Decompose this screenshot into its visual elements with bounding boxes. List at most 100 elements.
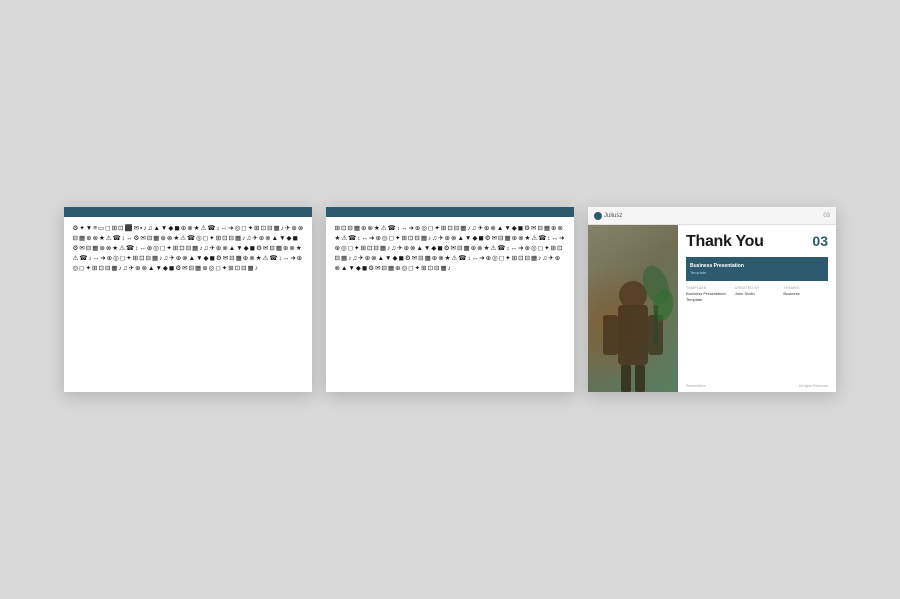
icon: ⚙: [524, 224, 530, 233]
icon: ✉: [223, 254, 228, 263]
info-col-1: Template Business PresentationTemplate: [686, 286, 731, 302]
icon: ✉: [140, 234, 145, 243]
icon: ▲: [148, 264, 154, 273]
icon: ⊕: [404, 244, 409, 253]
icon: ⬛: [124, 224, 132, 233]
icon: ▦: [153, 234, 159, 243]
icon: ◎: [382, 234, 388, 243]
icon: ↔: [126, 234, 133, 243]
icon: ⊞: [441, 224, 446, 233]
icon: ⚙: [444, 244, 450, 253]
slide-1[interactable]: ⚙✦▼≡▭◻⊞⊡⬛✉▪♪♫▲▼◆◼⊕⊗★⚠☎↕↔➜◎◻✦⊞⊡⊟▦♪✈⊕⊗ ⊟▦⊕…: [64, 207, 312, 392]
icon: ↕: [122, 234, 125, 243]
icon: ⚙: [134, 234, 140, 243]
icon: ♪: [448, 264, 451, 273]
icon: ▦: [421, 234, 427, 243]
icon: ♫: [391, 244, 396, 253]
icon: ▦: [425, 254, 431, 263]
icon: ⊞: [335, 224, 340, 233]
icon: ▼: [236, 244, 242, 253]
slide-2-header: [326, 207, 574, 217]
icon: ▲: [497, 224, 503, 233]
icon: ✈: [252, 234, 257, 243]
icon: ◼: [210, 254, 215, 263]
icon: ⊡: [118, 224, 123, 233]
teal-bar-line1: Business Presentation: [690, 262, 744, 270]
icon: ◼: [250, 244, 255, 253]
icon: ⊗: [410, 244, 415, 253]
icon: ⊗: [451, 234, 456, 243]
icon: ◼: [293, 234, 298, 243]
icon: ⊕: [297, 254, 302, 263]
icon: ◆: [163, 264, 168, 273]
icon: ◻: [428, 224, 433, 233]
icon: ▦: [236, 254, 242, 263]
icon: ⊞: [112, 224, 117, 233]
icon: ⊕: [176, 254, 181, 263]
icon: ◆: [431, 244, 436, 253]
icon: ⊟: [498, 234, 503, 243]
icon: ▼: [155, 264, 161, 273]
icon: ⊗: [335, 264, 340, 273]
icon: ⊡: [98, 264, 103, 273]
icon: ◎: [492, 254, 498, 263]
icon: ↔: [552, 234, 559, 243]
icon: ★: [484, 244, 490, 253]
info-value-3: Business: [783, 291, 828, 297]
icon: ▦: [152, 254, 158, 263]
icon: ⊟: [269, 244, 274, 253]
icon: ⊗: [182, 254, 187, 263]
icon: ✉: [263, 244, 268, 253]
icon: ◻: [348, 244, 353, 253]
icon: ◻: [203, 234, 208, 243]
info-col-2: Created By John Smith: [735, 286, 780, 302]
icon: ⊕: [216, 244, 221, 253]
icon: ▼: [424, 244, 430, 253]
icon: ⊕: [86, 234, 91, 243]
icon: ↔: [362, 234, 369, 243]
icon: ◆: [512, 224, 517, 233]
icon: ⊗: [142, 264, 147, 273]
icon: ⊡: [139, 254, 144, 263]
icon: ⚙: [73, 224, 79, 233]
icon: ♪: [143, 224, 146, 233]
icon: ⊟: [434, 264, 439, 273]
teal-bar: Business Presentation Template: [686, 257, 828, 281]
slide-2-icons: ⊞⊡⊟▦⊕⊗★⚠☎↕↔➜⊕◎◻✦⊞⊡⊟▦♪♫✈⊕⊗▲▼◆◼⚙✉⊟▦⊕⊗★ ⚠☎↕…: [326, 217, 574, 279]
icon: ⚠: [381, 224, 387, 233]
slide-3-header: Juliusz 03: [588, 207, 836, 225]
icon: ✦: [79, 224, 84, 233]
icon: ⊕: [395, 264, 400, 273]
info-value-2: John Smith: [735, 291, 780, 297]
icon: ▦: [111, 264, 117, 273]
icon: ♪: [538, 254, 541, 263]
icon: ⊞: [216, 234, 221, 243]
slide-2[interactable]: ⊞⊡⊟▦⊕⊗★⚠☎↕↔➜⊕◎◻✦⊞⊡⊟▦♪♫✈⊕⊗▲▼◆◼⚙✉⊟▦⊕⊗★ ⚠☎↕…: [326, 207, 574, 392]
icon: ✉: [412, 254, 417, 263]
icon: ↕: [135, 244, 138, 253]
icon: ▭: [98, 224, 104, 233]
icon: ▦: [274, 224, 280, 233]
icon: ⊞: [228, 264, 233, 273]
icon: ↔: [139, 244, 146, 253]
icon: ♫: [246, 234, 251, 243]
icon: ✉: [182, 264, 187, 273]
thank-you-title: Thank You: [686, 233, 764, 251]
icon: ⊟: [267, 224, 272, 233]
info-label-2: Created By: [735, 286, 780, 290]
icon: ↕: [397, 224, 400, 233]
icon: ⊞: [421, 264, 426, 273]
icon: ⊟: [454, 224, 459, 233]
icon: ◻: [499, 254, 504, 263]
icon: ⊗: [249, 254, 254, 263]
icon: ⊞: [512, 254, 517, 263]
icon: ◆: [204, 254, 209, 263]
icon: ▦: [504, 234, 510, 243]
icon: ⊗: [106, 244, 111, 253]
icon: ▦: [464, 244, 470, 253]
icon: ⊟: [146, 254, 151, 263]
icon: ⊕: [415, 224, 420, 233]
icon: ☎: [79, 254, 87, 263]
icon: ▲: [189, 254, 195, 263]
slide-3[interactable]: Juliusz 03: [588, 207, 836, 392]
